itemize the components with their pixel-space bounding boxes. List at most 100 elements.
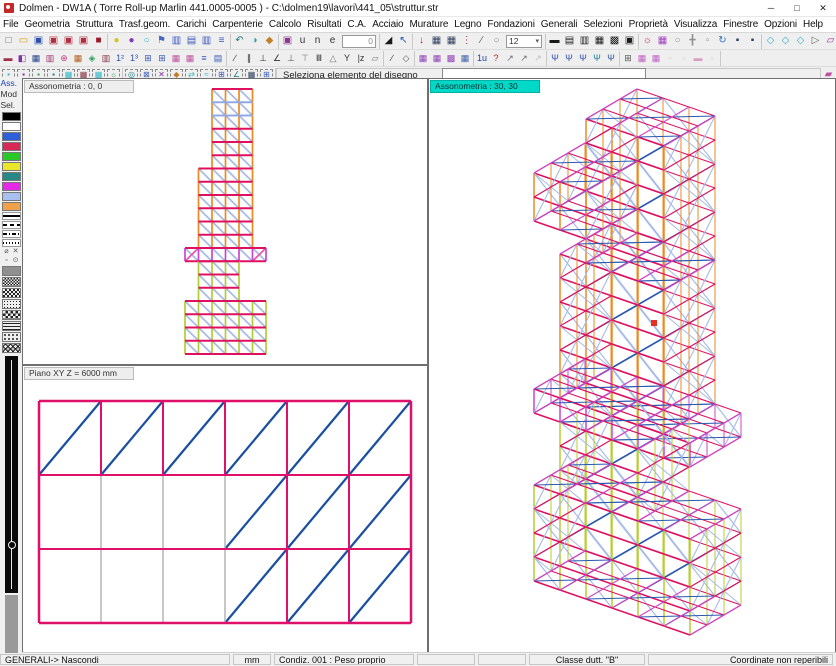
menu-item-calcolo[interactable]: Calcolo bbox=[266, 19, 304, 30]
zoom-slider[interactable] bbox=[5, 356, 18, 593]
release-tool-icon[interactable]: ◈ bbox=[85, 51, 99, 65]
linestyle-dotted[interactable] bbox=[2, 239, 21, 247]
zoom-prev-icon[interactable]: ○ bbox=[670, 34, 685, 48]
regen-icon[interactable]: ☼ bbox=[640, 34, 655, 48]
plate-tool-icon[interactable]: ▥ bbox=[43, 51, 57, 65]
draw-perp-2-icon[interactable]: ⊥ bbox=[284, 51, 298, 65]
menu-item-c-a-[interactable]: C.A. bbox=[344, 19, 369, 30]
perspective-icon[interactable]: ▷ bbox=[808, 34, 823, 48]
tick-marks-icon[interactable]: ⋮ bbox=[459, 34, 474, 48]
flag-icon[interactable]: ⚑ bbox=[154, 34, 169, 48]
units-n-button[interactable]: n bbox=[310, 34, 325, 48]
beam-view-3-icon[interactable]: ▥ bbox=[199, 34, 214, 48]
beam-view-1-icon[interactable]: ▥ bbox=[169, 34, 184, 48]
menu-item-risultati[interactable]: Risultati bbox=[304, 19, 344, 30]
pink-grid-1-icon[interactable]: ▦ bbox=[635, 51, 649, 65]
save-copy-icon[interactable]: ▣ bbox=[46, 34, 61, 48]
disabled-3-icon[interactable]: ▫ bbox=[705, 51, 719, 65]
diameter-icon[interactable]: ⌀ bbox=[2, 247, 11, 256]
rail-grip[interactable] bbox=[5, 595, 18, 653]
layout-two-v-icon[interactable]: ▥ bbox=[577, 34, 592, 48]
units-u-button[interactable]: u bbox=[295, 34, 310, 48]
rail-button-ass[interactable]: Ass. bbox=[0, 78, 23, 89]
tree-2-icon[interactable]: Ψ bbox=[562, 51, 576, 65]
zoom-window-icon[interactable]: ▫ bbox=[700, 34, 715, 48]
view-dark-1-icon[interactable]: ▪ bbox=[730, 34, 745, 48]
new-file-icon[interactable]: □ bbox=[1, 34, 16, 48]
constraint-tool-icon[interactable]: ▥ bbox=[99, 51, 113, 65]
delete-x-icon[interactable]: ✕ bbox=[11, 247, 20, 256]
record-icon[interactable]: ■ bbox=[91, 34, 106, 48]
open-file-icon[interactable]: ▭ bbox=[16, 34, 31, 48]
spring-tool-icon[interactable]: ⊕ bbox=[57, 51, 71, 65]
draw-line-icon[interactable]: ∕ bbox=[228, 51, 242, 65]
beam-view-4-icon[interactable]: ≡ bbox=[214, 34, 229, 48]
pointer-icon[interactable]: ↖ bbox=[396, 34, 411, 48]
pattern-swatch-6[interactable] bbox=[2, 332, 21, 342]
viewport-iso[interactable]: Assonometria : 30, 30 bbox=[428, 78, 836, 653]
menu-item-file[interactable]: File bbox=[0, 19, 22, 30]
shade-mode-icon[interactable]: ◑ bbox=[247, 34, 262, 48]
vector-1-icon[interactable]: ↗ bbox=[503, 51, 517, 65]
target-icon[interactable]: ⊙ bbox=[11, 256, 20, 265]
pattern-swatch-7[interactable] bbox=[2, 343, 21, 353]
save-as-icon[interactable]: ▣ bbox=[61, 34, 76, 48]
maximize-button[interactable]: □ bbox=[784, 1, 810, 16]
menu-item-carichi[interactable]: Carichi bbox=[173, 19, 209, 30]
color-swatch-2[interactable] bbox=[2, 132, 21, 141]
pink-bar-icon[interactable]: ▬ bbox=[691, 51, 705, 65]
pan-icon[interactable]: ╋ bbox=[685, 34, 700, 48]
clip-plane-icon[interactable]: ▱ bbox=[823, 34, 836, 48]
shadow-icon[interactable]: ◢ bbox=[381, 34, 396, 48]
tree-1-icon[interactable]: Ψ bbox=[548, 51, 562, 65]
export-icon[interactable]: ▣ bbox=[76, 34, 91, 48]
numbering-1-icon[interactable]: 1² bbox=[113, 51, 127, 65]
mesh-grid-2-icon[interactable]: ▦ bbox=[430, 51, 444, 65]
vector-3-icon[interactable]: ↗ bbox=[531, 51, 545, 65]
measure-icon[interactable]: ∕ bbox=[474, 34, 489, 48]
pattern-swatch-5[interactable] bbox=[2, 321, 21, 331]
grid-window-icon[interactable]: ▦ bbox=[655, 34, 670, 48]
beam-tool-icon[interactable]: ◧ bbox=[15, 51, 29, 65]
color-swatch-0[interactable] bbox=[2, 112, 21, 121]
beam-view-2-icon[interactable]: ▤ bbox=[184, 34, 199, 48]
iso-view-1-icon[interactable]: ◇ bbox=[763, 34, 778, 48]
menu-item-acciaio[interactable]: Acciaio bbox=[369, 19, 406, 30]
units-e-button[interactable]: e bbox=[325, 34, 340, 48]
arrow-down-icon[interactable]: ↓ bbox=[414, 34, 429, 48]
rail-button-mod[interactable]: Mod bbox=[0, 89, 23, 100]
color-swatch-3[interactable] bbox=[2, 142, 21, 151]
tree-4-icon[interactable]: Ψ bbox=[590, 51, 604, 65]
sphere-wire-icon[interactable]: ○ bbox=[139, 34, 154, 48]
menu-item-murature[interactable]: Murature bbox=[406, 19, 451, 30]
tree-5-icon[interactable]: Ψ bbox=[604, 51, 618, 65]
menu-item-struttura[interactable]: Struttura bbox=[73, 19, 116, 30]
menu-item-trasf-geom-[interactable]: Trasf.geom. bbox=[116, 19, 173, 30]
pattern-swatch-2[interactable] bbox=[2, 288, 21, 298]
menu-item-selezioni[interactable]: Selezioni bbox=[580, 19, 625, 30]
brick-tool-icon[interactable]: ▦ bbox=[71, 51, 85, 65]
linestyle-dashed[interactable] bbox=[2, 221, 21, 229]
draw-quad-icon[interactable]: ▱ bbox=[368, 51, 382, 65]
color-swatch-1[interactable] bbox=[2, 122, 21, 131]
disabled-1-icon[interactable]: ▫ bbox=[663, 51, 677, 65]
color-swatch-6[interactable] bbox=[2, 172, 21, 181]
viewport-plan[interactable]: Piano XY Z = 6000 mm bbox=[22, 365, 428, 653]
linestyle-solid[interactable] bbox=[2, 212, 21, 220]
tree-3-icon[interactable]: Ψ bbox=[576, 51, 590, 65]
view-dark-2-icon[interactable]: ▪ bbox=[745, 34, 760, 48]
menu-item-generali[interactable]: Generali bbox=[538, 19, 581, 30]
save-file-icon[interactable]: ▣ bbox=[31, 34, 46, 48]
shell-tool-icon[interactable]: ▦ bbox=[29, 51, 43, 65]
iso-view-2-icon[interactable]: ◇ bbox=[778, 34, 793, 48]
pattern-swatch-0[interactable] bbox=[2, 266, 21, 276]
menu-item-finestre[interactable]: Finestre bbox=[720, 19, 761, 30]
pen-width-icon[interactable]: ○ bbox=[489, 34, 504, 48]
color-swatch-8[interactable] bbox=[2, 192, 21, 201]
sphere-shaded-icon[interactable]: ● bbox=[124, 34, 139, 48]
render-1-icon[interactable]: ▦ bbox=[429, 34, 444, 48]
pattern-swatch-4[interactable] bbox=[2, 310, 21, 320]
viewport-elevation[interactable]: Assonometria : 0, 0 bbox=[22, 78, 428, 365]
fill-icon[interactable]: ◆ bbox=[262, 34, 277, 48]
close-button[interactable]: ✕ bbox=[810, 1, 836, 16]
